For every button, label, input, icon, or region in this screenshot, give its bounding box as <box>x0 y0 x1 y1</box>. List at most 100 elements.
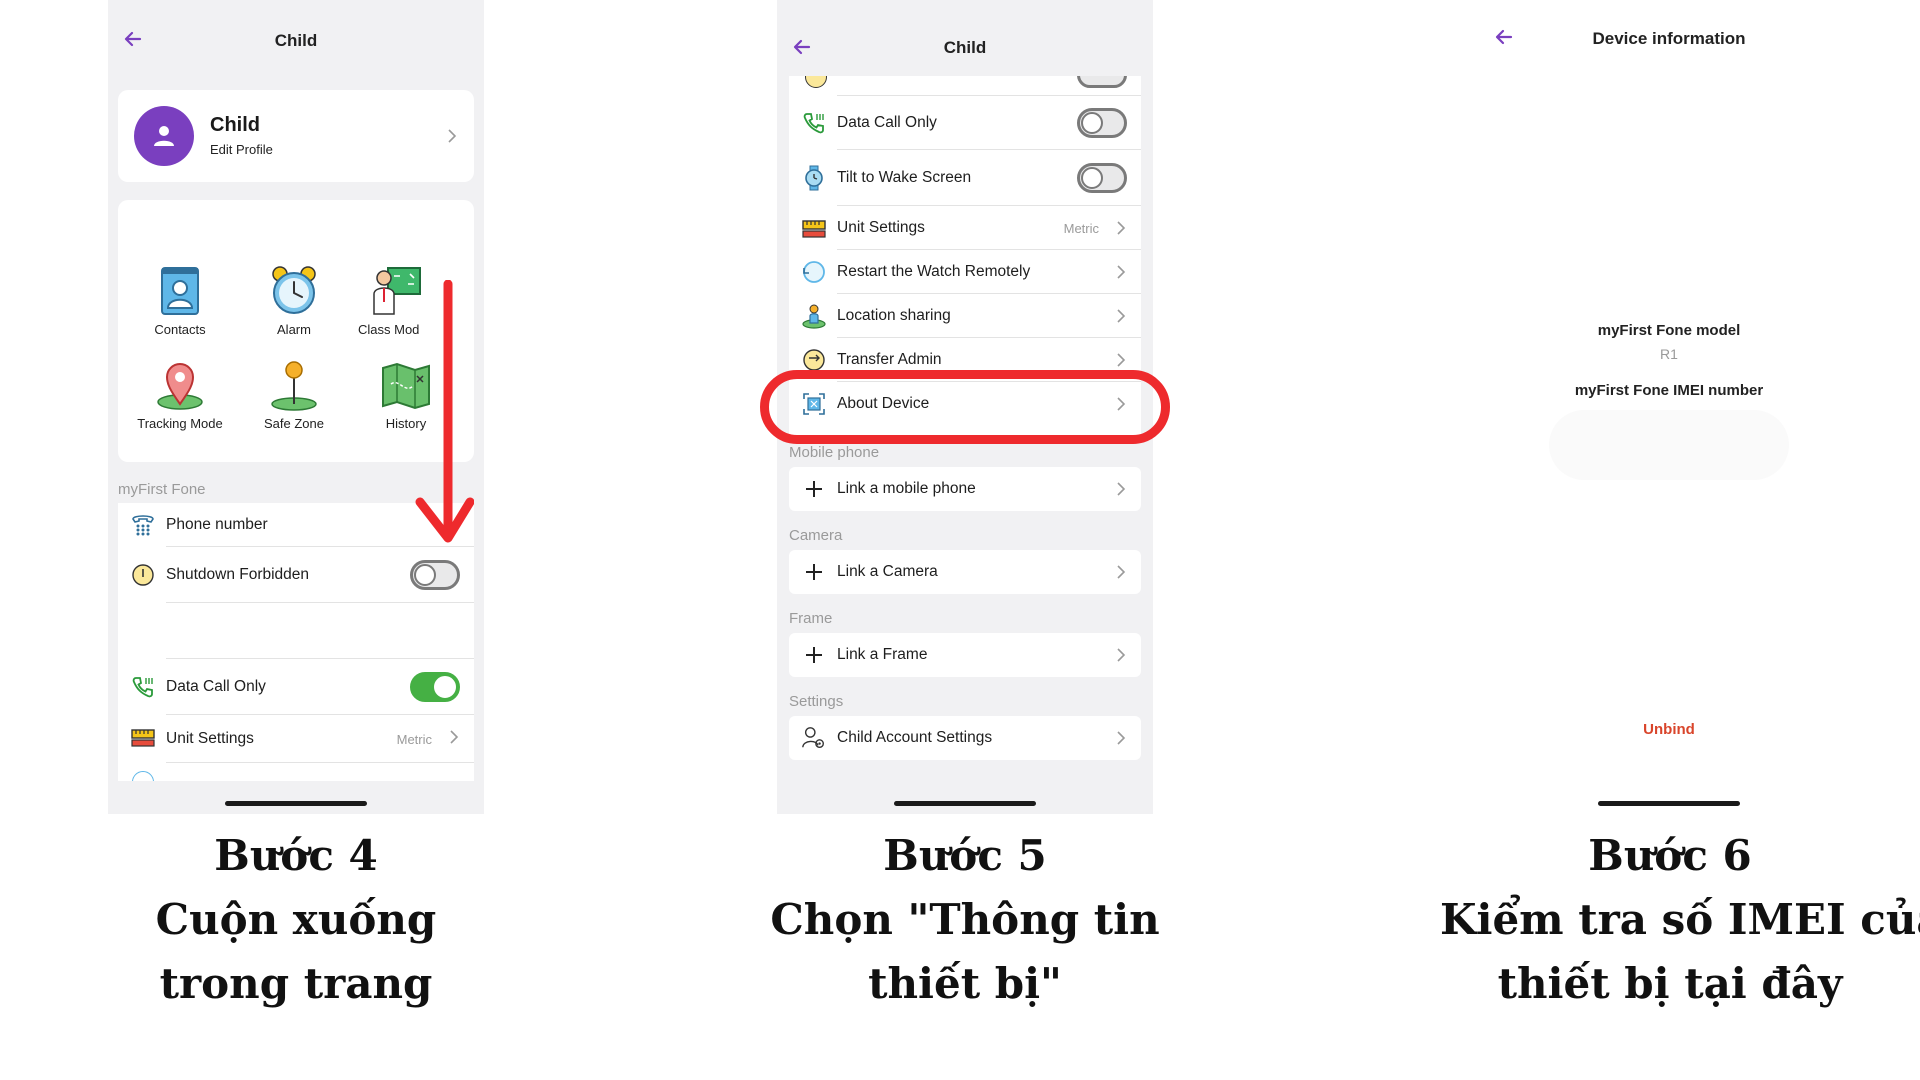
chevron-right-icon <box>1117 309 1126 323</box>
home-indicator <box>225 801 367 806</box>
link-camera-row[interactable]: Link a Camera <box>789 550 1141 594</box>
user-settings-icon <box>801 726 827 750</box>
row-label: Shutdown Forbidden <box>166 566 310 583</box>
row-value: Metric <box>396 731 432 747</box>
location-sharing-row[interactable]: Location sharing <box>789 294 1141 338</box>
page-title: Child <box>274 31 318 50</box>
model-value: R1 <box>1660 346 1678 362</box>
data-call-only-row: Data Call Only <box>789 96 1141 150</box>
row-value: Metric <box>1063 220 1099 236</box>
grid-label: Safe Zone <box>264 416 324 431</box>
partial-row <box>118 763 474 781</box>
link-mobile-phone-row[interactable]: Link a mobile phone <box>789 467 1141 511</box>
chevron-right-icon <box>1117 731 1126 745</box>
step4-caption: Bước 4 Cuộn xuống trong trang <box>126 824 466 1016</box>
scroll-down-arrow-icon <box>415 280 474 543</box>
ruler-icon <box>130 725 156 749</box>
grid-item-alarm[interactable]: Alarm <box>238 264 350 337</box>
grid-label: Alarm <box>277 322 311 337</box>
row-label: Tilt to Wake Screen <box>837 169 972 186</box>
blank-row <box>118 603 474 659</box>
row-label: Restart the Watch Remotely <box>837 263 1031 280</box>
watch-icon <box>801 165 827 191</box>
top-bar: Child <box>108 0 484 80</box>
chevron-right-icon <box>1117 648 1126 662</box>
power-warning-icon <box>130 563 156 587</box>
row-label: Unit Settings <box>837 219 925 236</box>
caption-line: trong trang <box>159 959 433 1008</box>
section-label: myFirst Fone <box>118 481 206 498</box>
caption-line: Kiểm tra số IMEI của <box>1440 895 1920 944</box>
profile-name: Child <box>210 114 260 136</box>
data-call-only-toggle[interactable] <box>1077 108 1127 138</box>
partial-row <box>789 76 1141 96</box>
location-pin-icon <box>157 363 203 410</box>
row-label: Link a mobile phone <box>837 480 976 497</box>
caption-line: thiết bị" <box>868 959 1062 1008</box>
alarm-clock-icon <box>272 266 316 314</box>
caption-line: Bước 4 <box>214 831 378 880</box>
imei-label: myFirst Fone IMEI number <box>1574 382 1764 399</box>
link-frame-row[interactable]: Link a Frame <box>789 633 1141 677</box>
row-label: Link a Camera <box>837 563 938 580</box>
transfer-icon <box>801 348 827 372</box>
grid-item-contacts[interactable]: Contacts <box>124 264 236 337</box>
grid-label: Tracking Mode <box>137 416 223 431</box>
caption-line: thiết bị tại đây <box>1497 959 1843 1008</box>
unit-settings-row[interactable]: Unit Settings Metric <box>118 715 474 763</box>
location-sharing-icon <box>801 304 827 329</box>
about-device-highlight <box>760 370 1170 444</box>
section-label: Mobile phone <box>789 444 880 461</box>
user-icon <box>154 126 174 146</box>
caption-line: Bước 5 <box>883 831 1047 880</box>
section-label: Camera <box>789 527 843 544</box>
ruler-icon <box>801 216 827 240</box>
section-label: Frame <box>789 610 833 627</box>
plus-icon <box>801 477 827 501</box>
page-title: Child <box>943 38 987 57</box>
unbind-button[interactable]: Unbind <box>1481 721 1857 738</box>
data-call-only-row: Data Call Only <box>118 659 474 715</box>
shutdown-forbidden-row: Shutdown Forbidden <box>118 547 474 603</box>
grid-item-tracking-mode[interactable]: Tracking Mode <box>124 358 236 431</box>
row-label: Unit Settings <box>166 730 254 747</box>
top-bar: Device information <box>1481 0 1857 80</box>
data-call-only-toggle[interactable] <box>410 672 460 702</box>
tilt-to-wake-toggle[interactable] <box>1077 163 1127 193</box>
avatar <box>134 106 194 166</box>
unit-settings-row[interactable]: Unit Settings Metric <box>789 206 1141 250</box>
home-indicator <box>1598 801 1740 806</box>
plus-icon <box>801 560 827 584</box>
section-label: Settings <box>789 693 844 710</box>
chevron-right-icon <box>1117 221 1126 235</box>
step6-screen: Device information myFirst Fone model R1… <box>1481 0 1857 814</box>
row-label: Link a Frame <box>837 646 928 663</box>
restart-watch-row[interactable]: Restart the Watch Remotely <box>789 250 1141 294</box>
caption-line: Cuộn xuống <box>155 895 437 944</box>
step6-caption: Bước 6 Kiểm tra số IMEI của thiết bị tại… <box>1440 824 1920 1016</box>
row-label: Transfer Admin <box>837 351 942 368</box>
chevron-right-icon <box>1117 565 1126 579</box>
grid-item-safe-zone[interactable]: Safe Zone <box>238 358 350 431</box>
edit-profile-link[interactable]: Edit Profile <box>210 142 273 157</box>
row-label: Child Account Settings <box>837 729 993 746</box>
model-label: myFirst Fone model <box>1597 322 1741 339</box>
top-bar: Child <box>777 0 1153 80</box>
child-account-settings-row[interactable]: Child Account Settings <box>789 716 1141 760</box>
profile-card[interactable]: Child Edit Profile <box>118 90 474 182</box>
safe-zone-icon <box>271 361 317 411</box>
grid-label: Contacts <box>154 322 206 337</box>
caption-line: Chọn "Thông tin <box>770 895 1160 944</box>
row-label: Location sharing <box>837 307 951 324</box>
phone-call-icon <box>130 675 156 699</box>
shutdown-forbidden-toggle[interactable] <box>410 560 460 590</box>
tilt-to-wake-row: Tilt to Wake Screen <box>789 150 1141 206</box>
chevron-right-icon <box>1117 482 1126 496</box>
row-label: Data Call Only <box>837 114 937 131</box>
phone-call-icon <box>801 111 827 135</box>
step5-caption: Bước 5 Chọn "Thông tin thiết bị" <box>770 824 1160 1016</box>
restart-icon <box>801 260 827 284</box>
row-label: Phone number <box>166 516 268 533</box>
imei-value-blurred <box>1549 410 1789 480</box>
chevron-right-icon <box>450 730 459 744</box>
